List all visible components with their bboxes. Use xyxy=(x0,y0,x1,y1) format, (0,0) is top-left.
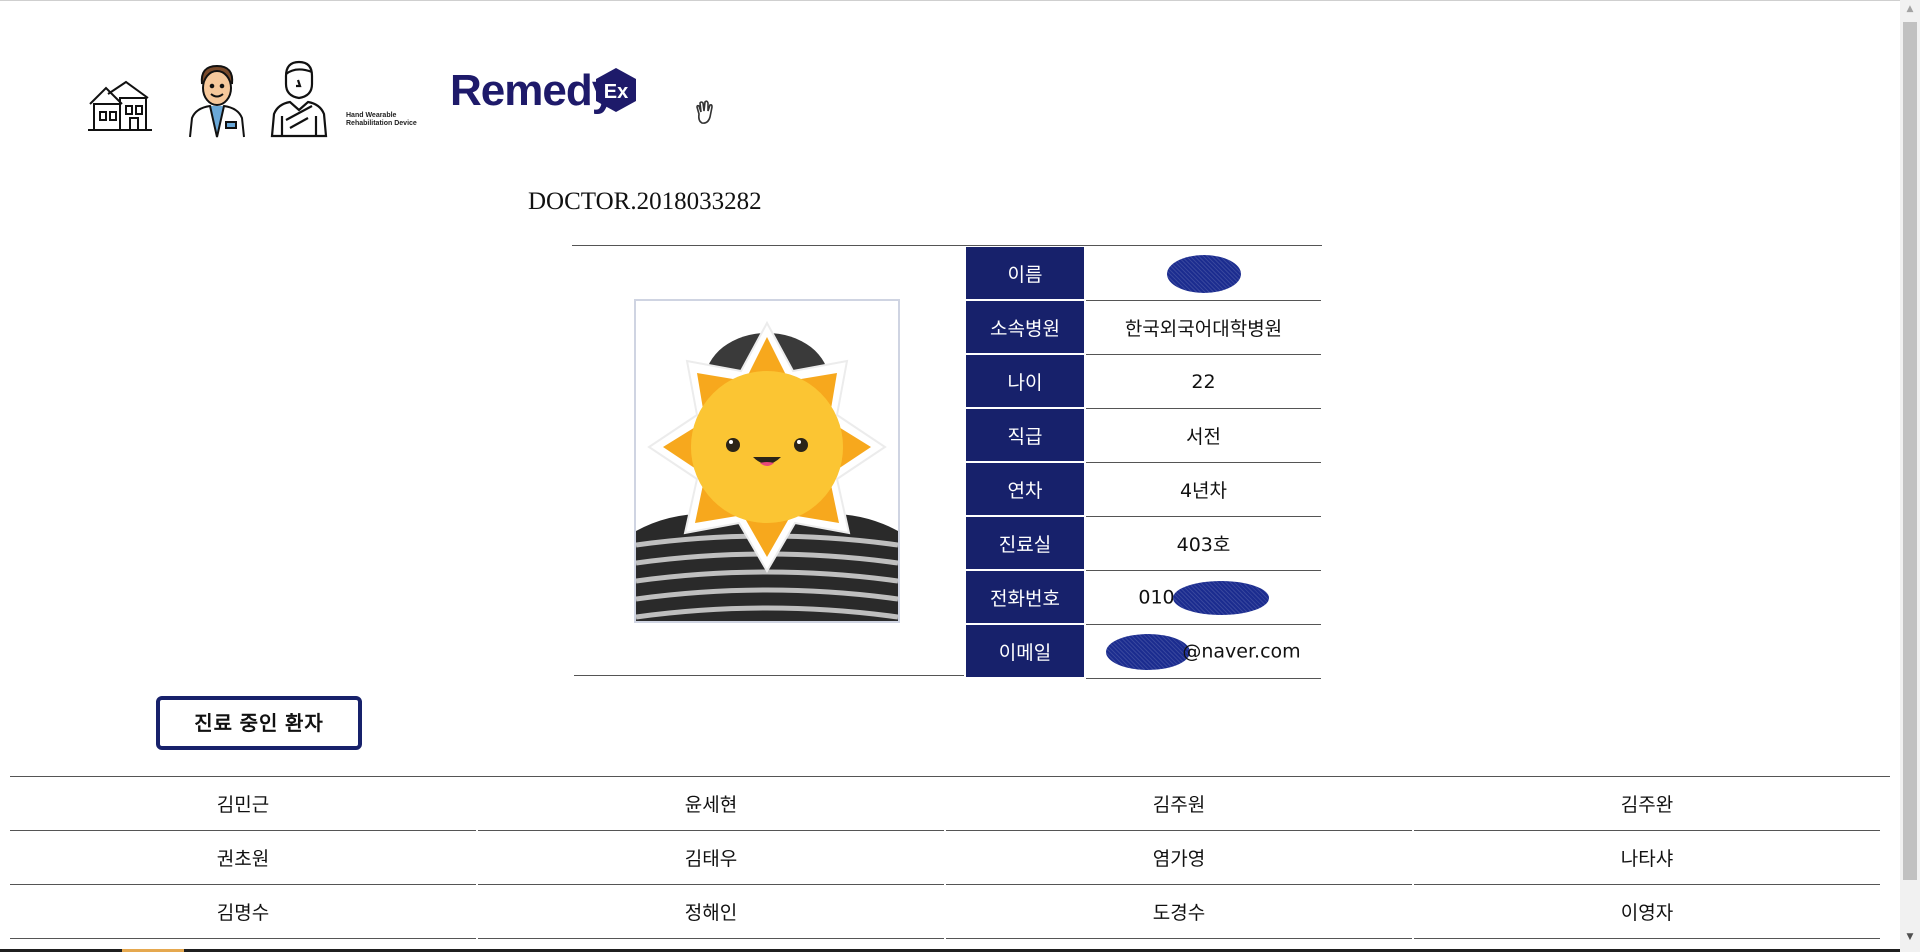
patient-icon[interactable] xyxy=(268,60,330,138)
patient-cell[interactable]: 김태우 xyxy=(478,831,944,885)
home-icon[interactable] xyxy=(86,80,154,132)
window-top-border xyxy=(0,0,1920,1)
scrollbar-thumb[interactable] xyxy=(1903,22,1917,880)
info-row-email: 이메일 @naver.com xyxy=(966,625,1321,679)
info-label-email: 이메일 xyxy=(966,625,1086,679)
info-value-age: 22 xyxy=(1086,355,1321,409)
patient-cell[interactable]: 김명수 xyxy=(10,885,476,939)
info-row-name: 이름 xyxy=(966,247,1321,301)
patient-cell[interactable]: 염가영 xyxy=(946,831,1412,885)
vertical-scrollbar[interactable]: ▲ ▼ xyxy=(1900,0,1920,952)
brand-badge-text: Ex xyxy=(604,81,628,103)
info-value-room: 403호 xyxy=(1086,517,1321,571)
info-value-rank: 서전 xyxy=(1086,409,1321,463)
redacted-email xyxy=(1106,633,1191,670)
brand-tagline: Hand Wearable Rehabilitation Device xyxy=(346,112,436,128)
doctor-icon[interactable] xyxy=(186,62,248,138)
info-label-years: 연차 xyxy=(966,463,1086,517)
hand-wave-icon[interactable] xyxy=(694,100,716,126)
patient-cell[interactable]: 김주원 xyxy=(946,777,1412,831)
table-row: 김명수 정해인 도경수 이영자 xyxy=(10,885,1880,939)
info-row-age: 나이 22 xyxy=(966,355,1321,409)
info-label-hospital: 소속병원 xyxy=(966,301,1086,355)
scroll-down-arrow-icon[interactable]: ▼ xyxy=(1900,932,1920,948)
table-row: 권초원 김태우 염가영 나타샤 xyxy=(10,831,1880,885)
doctor-id-title: DOCTOR.2018033282 xyxy=(528,188,762,215)
info-label-age: 나이 xyxy=(966,355,1086,409)
patient-cell[interactable]: 도경수 xyxy=(946,885,1412,939)
info-value-name xyxy=(1086,247,1321,301)
info-row-years: 연차 4년차 xyxy=(966,463,1321,517)
doctor-profile: 이름 소속병원 한국외국어대학병원 나이 22 직급 서전 연차 4년차 진료실… xyxy=(572,245,1322,679)
patient-table: 김민근 윤세현 김주원 김주완 권초원 김태우 염가영 나타샤 김명수 정해인 … xyxy=(8,777,1882,939)
info-value-years: 4년차 xyxy=(1086,463,1321,517)
scroll-up-arrow-icon[interactable]: ▲ xyxy=(1900,4,1920,20)
tagline-line-2: Rehabilitation Device xyxy=(346,120,417,127)
patient-cell[interactable]: 나타샤 xyxy=(1414,831,1880,885)
patient-cell[interactable]: 정해인 xyxy=(478,885,944,939)
patient-cell[interactable]: 윤세현 xyxy=(478,777,944,831)
photo-cell-border xyxy=(574,675,964,676)
info-value-phone: 010 xyxy=(1086,571,1321,625)
redacted-name xyxy=(1166,254,1241,293)
patient-cell[interactable]: 김민근 xyxy=(10,777,476,831)
brand-badge: Ex xyxy=(594,66,638,118)
patient-cell[interactable]: 이영자 xyxy=(1414,885,1880,939)
info-label-room: 진료실 xyxy=(966,517,1086,571)
email-domain: @naver.com xyxy=(1182,640,1301,662)
info-row-room: 진료실 403호 xyxy=(966,517,1321,571)
info-value-email: @naver.com xyxy=(1086,625,1321,679)
info-row-phone: 전화번호 010 xyxy=(966,571,1321,625)
patient-list: 김민근 윤세현 김주원 김주완 권초원 김태우 염가영 나타샤 김명수 정해인 … xyxy=(10,776,1890,939)
info-label-name: 이름 xyxy=(966,247,1086,301)
brand-name: Remedy xyxy=(450,66,616,115)
info-label-rank: 직급 xyxy=(966,409,1086,463)
info-row-rank: 직급 서전 xyxy=(966,409,1321,463)
doctor-info-table: 이름 소속병원 한국외국어대학병원 나이 22 직급 서전 연차 4년차 진료실… xyxy=(966,247,1321,679)
info-value-hospital: 한국외국어대학병원 xyxy=(1086,301,1321,355)
tagline-line-1: Hand Wearable xyxy=(346,112,397,119)
profile-top-border xyxy=(572,245,1322,246)
patient-cell[interactable]: 김주완 xyxy=(1414,777,1880,831)
current-patients-button[interactable]: 진료 중인 환자 xyxy=(156,696,362,750)
doctor-photo xyxy=(634,299,900,623)
info-row-hospital: 소속병원 한국외국어대학병원 xyxy=(966,301,1321,355)
phone-prefix: 010 xyxy=(1138,586,1175,608)
table-row: 김민근 윤세현 김주원 김주완 xyxy=(10,777,1880,831)
redacted-phone xyxy=(1172,580,1269,615)
info-label-phone: 전화번호 xyxy=(966,571,1086,625)
patient-cell[interactable]: 권초원 xyxy=(10,831,476,885)
